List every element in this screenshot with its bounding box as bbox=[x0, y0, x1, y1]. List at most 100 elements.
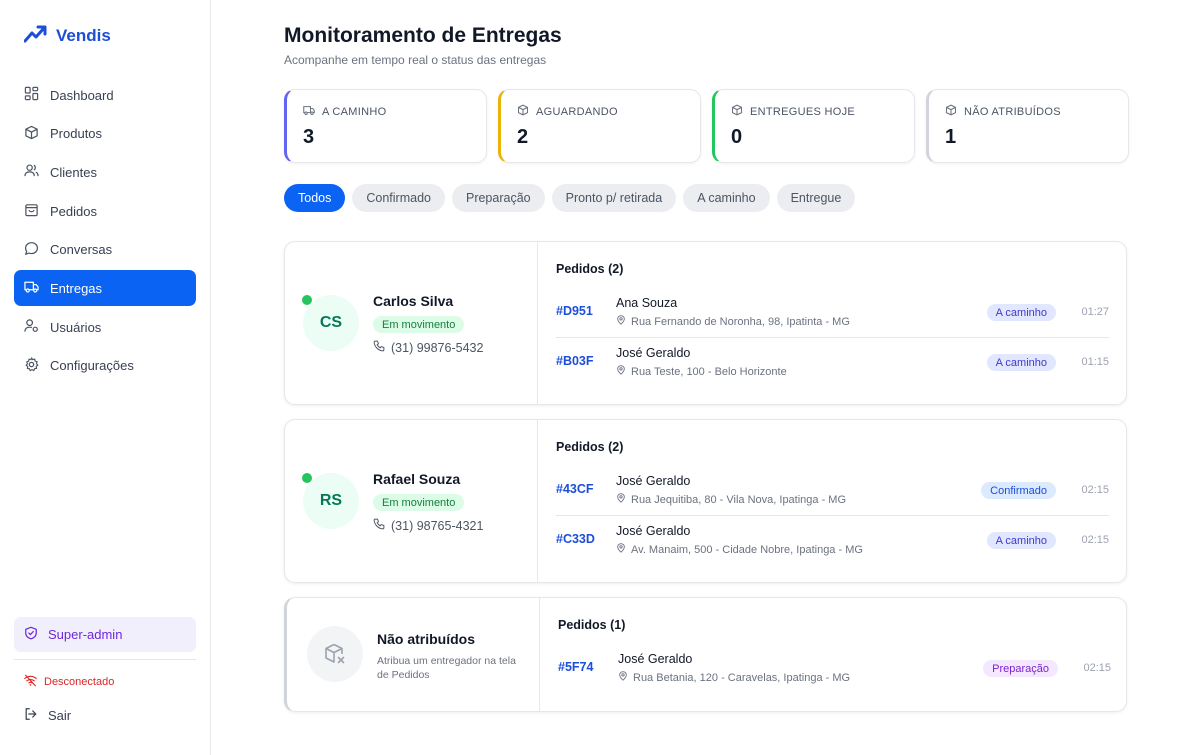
sidebar-item-label: Conversas bbox=[50, 242, 113, 258]
stat-card-aguardando: AGUARDANDO 2 bbox=[498, 89, 701, 163]
order-code[interactable]: #5F74 bbox=[558, 660, 593, 674]
order-row[interactable]: #B03F José Geraldo Rua Teste, 100 - Belo… bbox=[556, 338, 1109, 388]
stats-row: A CAMINHO 3 AGUARDANDO 2 ENTREGUES HOJE … bbox=[284, 89, 1129, 163]
order-row[interactable]: #D951 Ana Souza Rua Fernando de Noronha,… bbox=[556, 288, 1109, 338]
box-icon bbox=[945, 104, 957, 119]
trending-up-icon bbox=[23, 24, 48, 49]
stat-card-nao-atribuidos: NÃO ATRIBUÍDOS 1 bbox=[926, 89, 1129, 163]
stat-card-a-caminho: A CAMINHO 3 bbox=[284, 89, 487, 163]
filter-preparacao[interactable]: Preparação bbox=[451, 184, 545, 212]
truck-icon bbox=[24, 279, 39, 297]
stat-label: ENTREGUES HOJE bbox=[750, 105, 856, 118]
orders-title: Pedidos (2) bbox=[556, 440, 624, 454]
map-pin-icon bbox=[618, 671, 628, 684]
sidebar-item-label: Dashboard bbox=[50, 87, 114, 103]
order-status-badge: A caminho bbox=[986, 354, 1056, 371]
users-icon bbox=[24, 163, 39, 181]
gear-icon bbox=[24, 357, 39, 375]
filter-todos[interactable]: Todos bbox=[284, 184, 346, 212]
order-status-badge: A caminho bbox=[986, 532, 1056, 549]
order-time: 01:27 bbox=[1081, 306, 1109, 318]
order-row[interactable]: #5F74 José Geraldo Rua Betania, 120 - Ca… bbox=[558, 644, 1111, 694]
connection-status-label: Desconectado bbox=[44, 676, 115, 688]
order-code[interactable]: #B03F bbox=[556, 354, 594, 368]
page-title: Monitoramento de Entregas bbox=[284, 24, 562, 47]
filter-confirmado[interactable]: Confirmado bbox=[352, 184, 445, 212]
map-pin-icon bbox=[616, 365, 626, 378]
status-badge: Em movimento bbox=[373, 316, 465, 333]
customer-name: José Geraldo bbox=[618, 652, 693, 666]
logout-icon bbox=[24, 707, 38, 724]
stat-card-entregues-hoje: ENTREGUES HOJE 0 bbox=[712, 89, 915, 163]
sidebar-item-pedidos[interactable]: Pedidos bbox=[14, 193, 196, 229]
courier-info: CS Carlos Silva Em movimento (31) 99876-… bbox=[285, 242, 538, 404]
order-time: 02:15 bbox=[1081, 484, 1109, 496]
stat-label: NÃO ATRIBUÍDOS bbox=[964, 105, 1061, 118]
order-code[interactable]: #D951 bbox=[556, 304, 593, 318]
courier-phone[interactable]: (31) 99876-5432 bbox=[373, 340, 483, 355]
sidebar-item-clientes[interactable]: Clientes bbox=[14, 154, 196, 190]
sidebar-item-dashboard[interactable]: Dashboard bbox=[14, 77, 196, 113]
stat-label: A CAMINHO bbox=[322, 105, 387, 118]
map-pin-icon bbox=[616, 543, 626, 556]
bag-icon bbox=[24, 202, 39, 220]
order-status-badge: Confirmado bbox=[981, 482, 1056, 499]
order-status-badge: A caminho bbox=[986, 304, 1056, 321]
orders-title: Pedidos (1) bbox=[558, 618, 626, 632]
app-name: Vendis bbox=[56, 26, 111, 45]
sidebar-item-label: Entregas bbox=[50, 280, 103, 296]
status-filters: Todos Confirmado Preparação Pronto p/ re… bbox=[284, 184, 856, 212]
orders-title: Pedidos (2) bbox=[556, 262, 624, 276]
map-pin-icon bbox=[616, 315, 626, 328]
sidebar-item-conversas[interactable]: Conversas bbox=[14, 232, 196, 268]
logout-label: Sair bbox=[48, 708, 72, 723]
order-code[interactable]: #C33D bbox=[556, 532, 595, 546]
online-indicator bbox=[300, 293, 314, 307]
order-time: 02:15 bbox=[1083, 662, 1111, 674]
order-code[interactable]: #43CF bbox=[556, 482, 594, 496]
sidebar-item-label: Usuários bbox=[50, 319, 102, 335]
divider bbox=[14, 659, 196, 660]
order-address: Rua Fernando de Noronha, 98, Ipatinta - … bbox=[616, 315, 850, 328]
customer-name: José Geraldo bbox=[616, 524, 691, 538]
courier-card: RS Rafael Souza Em movimento (31) 98765-… bbox=[284, 419, 1127, 583]
order-row[interactable]: #43CF José Geraldo Rua Jequitiba, 80 - V… bbox=[556, 466, 1109, 516]
status-badge: Em movimento bbox=[373, 494, 465, 511]
box-icon bbox=[731, 104, 743, 119]
order-address: Rua Jequitiba, 80 - Vila Nova, Ipatinga … bbox=[616, 493, 846, 506]
order-address: Rua Teste, 100 - Belo Horizonte bbox=[616, 365, 787, 378]
phone-number: (31) 98765-4321 bbox=[391, 518, 484, 533]
wifi-off-icon bbox=[24, 674, 37, 690]
sidebar-item-configuracoes[interactable]: Configurações bbox=[14, 348, 196, 384]
sidebar-item-usuarios[interactable]: Usuários bbox=[14, 309, 196, 345]
super-admin-badge[interactable]: Super-admin bbox=[14, 617, 196, 652]
sidebar-item-produtos[interactable]: Produtos bbox=[14, 116, 196, 152]
sidebar-item-label: Produtos bbox=[50, 126, 103, 142]
unassigned-card: Não atribuídos Atribua um entregador na … bbox=[284, 597, 1127, 712]
sidebar-item-label: Clientes bbox=[50, 164, 97, 180]
super-admin-label: Super-admin bbox=[48, 627, 123, 642]
stat-label: AGUARDANDO bbox=[536, 105, 618, 118]
filter-a-caminho[interactable]: A caminho bbox=[683, 184, 770, 212]
customer-name: José Geraldo bbox=[616, 346, 691, 360]
map-pin-icon bbox=[616, 493, 626, 506]
sidebar-item-entregas[interactable]: Entregas bbox=[14, 270, 196, 307]
customer-name: Ana Souza bbox=[616, 296, 678, 310]
online-indicator bbox=[300, 471, 314, 485]
sidebar-nav: Dashboard Produtos Clientes Pedidos Conv… bbox=[14, 77, 196, 387]
unassigned-info: Não atribuídos Atribua um entregador na … bbox=[287, 598, 540, 711]
box-icon bbox=[517, 104, 529, 119]
order-row[interactable]: #C33D José Geraldo Av. Manaim, 500 - Cid… bbox=[556, 516, 1109, 566]
box-x-icon bbox=[307, 626, 363, 682]
phone-icon bbox=[373, 340, 385, 355]
logout-button[interactable]: Sair bbox=[24, 707, 71, 724]
phone-icon bbox=[373, 518, 385, 533]
unassigned-title: Não atribuídos bbox=[377, 631, 476, 647]
address-text: Av. Manaim, 500 - Cidade Nobre, Ipatinga… bbox=[631, 543, 863, 556]
logo[interactable]: Vendis bbox=[23, 24, 111, 49]
box-icon bbox=[24, 125, 39, 143]
filter-entregue[interactable]: Entregue bbox=[776, 184, 856, 212]
filter-pronto-retirada[interactable]: Pronto p/ retirada bbox=[551, 184, 677, 212]
address-text: Rua Jequitiba, 80 - Vila Nova, Ipatinga … bbox=[631, 493, 847, 506]
courier-phone[interactable]: (31) 98765-4321 bbox=[373, 518, 483, 533]
